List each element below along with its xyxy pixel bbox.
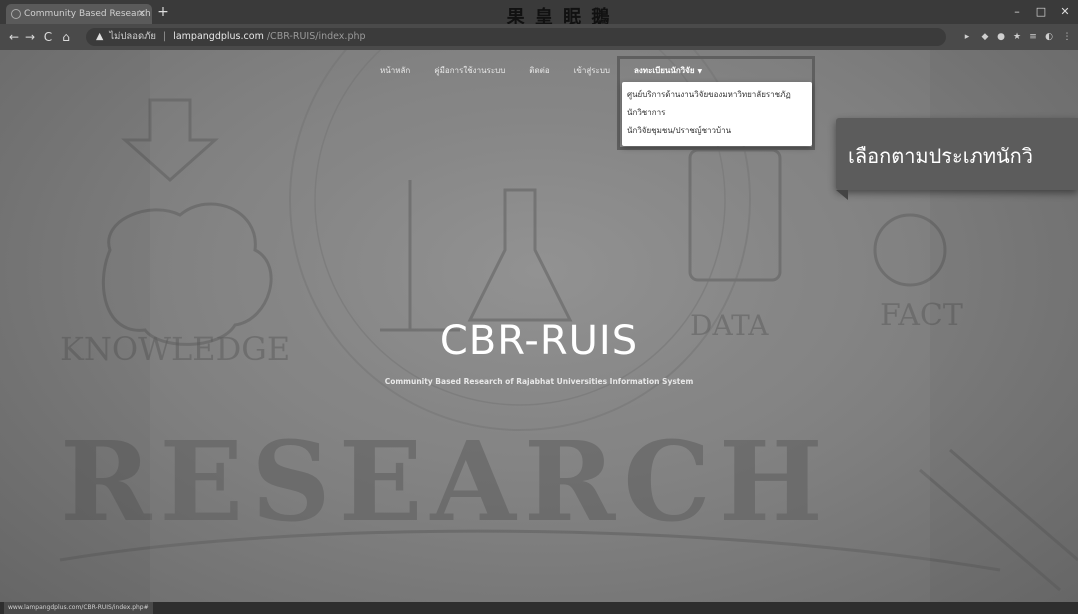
extension-icon-3[interactable]: ≡ [1028,31,1038,43]
nav-manual[interactable]: คู่มือการใช้งานระบบ [434,64,505,78]
warning-icon: ▲ [96,31,104,42]
tab-favicon-icon [11,9,21,19]
status-bar: www.lampangdplus.com/CBR-RUIS/index.php# [0,602,1078,614]
status-url: www.lampangdplus.com/CBR-RUIS/index.php# [4,602,153,614]
minimize-button[interactable]: – [1006,3,1028,21]
maximize-button[interactable]: □ [1030,3,1052,21]
dropdown-item-academic[interactable]: นักวิชาการ [622,104,812,122]
page-viewport: KNOWLEDGE DATA FACT RESEARCH หน้าหลัก คู… [0,50,1078,602]
hero-title: CBR-RUIS [439,318,639,364]
close-window-button[interactable]: ✕ [1054,3,1076,21]
extension-icon[interactable]: ◆ [980,31,990,43]
browser-tab[interactable]: Community Based Research × [6,4,152,24]
reload-button[interactable]: C [40,28,56,46]
tab-close-icon[interactable]: × [138,4,146,24]
callout-tail [836,190,848,200]
forward-button[interactable]: → [22,28,38,46]
extension-icon-2[interactable]: ● [996,31,1006,43]
callout-text: เลือกตามประเภทนักวิ [848,144,1034,168]
register-dropdown: ศูนย์บริการด้านงานวิจัยของมหาวิทยาลัยราช… [622,82,812,146]
browser-toolbar: ← → C ⌂ ▲ ไม่ปลอดภัย | lampangdplus.com … [0,24,1078,50]
back-button[interactable]: ← [6,28,22,46]
address-host: lampangdplus.com [173,31,264,42]
nav-home[interactable]: หน้าหลัก [380,64,410,78]
hero-subtitle: Community Based Research of Rajabhat Uni… [384,377,694,386]
address-path: /CBR-RUIS/index.php [266,31,366,42]
annotation-callout: เลือกตามประเภทนักวิ [836,118,1078,190]
home-button[interactable]: ⌂ [58,28,74,46]
browser-tab-bar: Community Based Research × + – □ ✕ [0,0,1078,24]
nav-contact[interactable]: ติดต่อ [529,64,549,78]
profile-icon[interactable]: ◐ [1044,31,1054,43]
cast-icon[interactable]: ▸ [962,31,972,43]
security-label: ไม่ปลอดภัย [109,31,156,42]
new-tab-button[interactable]: + [155,4,171,20]
nav-login[interactable]: เข้าสู่ระบบ [574,64,610,78]
address-bar[interactable]: ▲ ไม่ปลอดภัย | lampangdplus.com /CBR-RUI… [86,28,946,46]
tab-title: Community Based Research [24,9,151,19]
star-icon[interactable]: ★ [1012,31,1022,43]
browser-menu-icon[interactable]: ⋮ [1062,31,1072,43]
dropdown-item-research-center[interactable]: ศูนย์บริการด้านงานวิจัยของมหาวิทยาลัยราช… [622,86,812,104]
address-separator: | [162,31,167,42]
dropdown-item-community-researcher[interactable]: นักวิจัยชุมชน/ปราชญ์ชาวบ้าน [622,122,812,140]
